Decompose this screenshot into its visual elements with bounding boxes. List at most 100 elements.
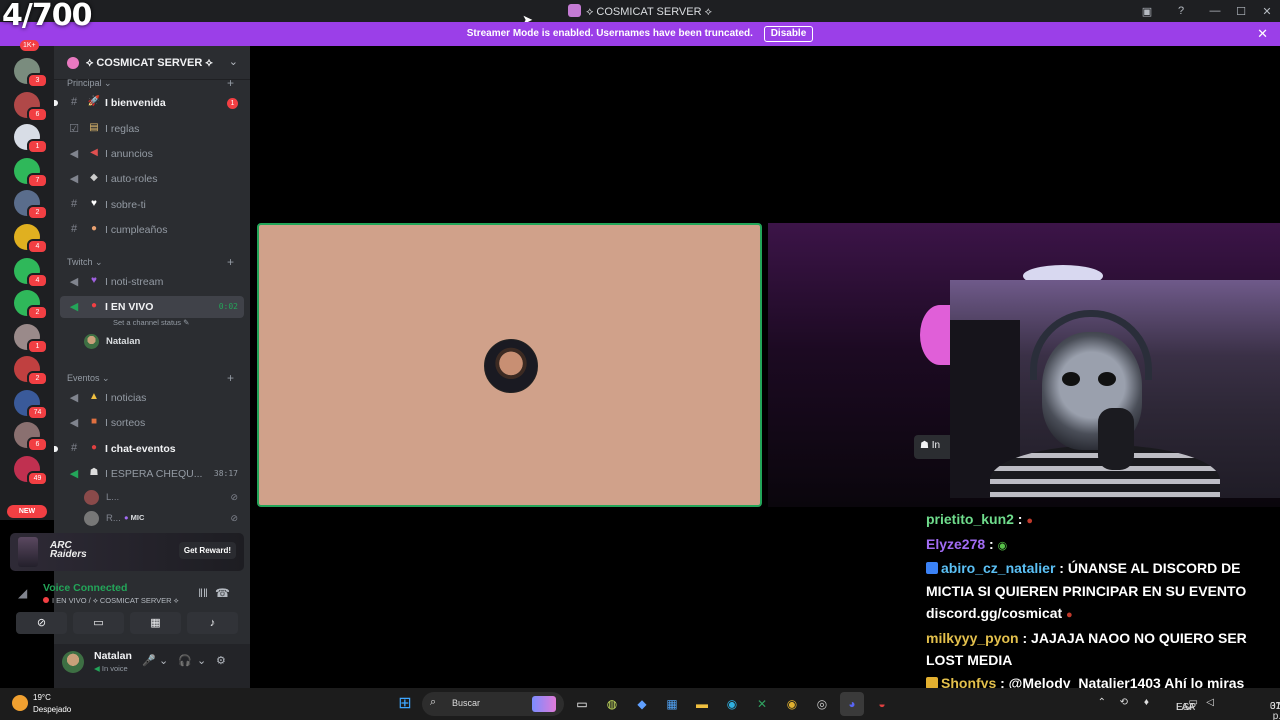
pin-emoji-icon: ● (90, 442, 98, 453)
megaphone-icon: ◀ (69, 392, 79, 404)
voice-user-l[interactable]: L... ⊘ (84, 489, 244, 507)
channel-bienvenida[interactable]: # 🚀 I bienvenida 1 (54, 92, 244, 114)
windows-start-icon[interactable]: ⊞ (394, 693, 416, 715)
channel-chat-eventos[interactable]: # ● I chat-eventos (54, 438, 244, 460)
megaphone-emoji-icon: ◀ (90, 147, 98, 158)
server-header[interactable]: ⟡ COSMICAT SERVER ⟡ ⌄ (54, 46, 250, 80)
channel-cumpleanos[interactable]: # ● I cumpleaños (60, 219, 244, 241)
user-status-text: In voice (101, 664, 128, 673)
inbox-icon[interactable]: ▣ (1134, 0, 1160, 22)
app-icon[interactable]: ◒ (870, 692, 894, 716)
mention-badge: 1 (227, 98, 238, 109)
server-mention-badge: 7 (27, 173, 48, 188)
stream-counter-overlay: 4/700 (2, 0, 92, 33)
server-mention-badge: 1 (27, 339, 48, 354)
camera-off-button[interactable]: ⊘ (16, 612, 67, 634)
voice-status[interactable]: Voice Connected (43, 582, 127, 594)
speaker-icon: ◀ (69, 468, 79, 480)
add-channel-icon[interactable]: + (227, 76, 234, 90)
category-principal[interactable]: Principal ⌄ + (67, 76, 234, 90)
channel-noti-stream[interactable]: ◀ ♥ I noti-stream (60, 271, 244, 293)
webcam-eye (1062, 372, 1080, 386)
channel-anuncios[interactable]: ◀ ◀ I anuncios (60, 143, 244, 165)
chat-text: : (1013, 511, 1027, 527)
microphone-icon[interactable]: ♦ (1144, 697, 1149, 708)
close-banner-icon[interactable]: ✕ (1257, 22, 1268, 46)
channel-en-vivo[interactable]: ◀ ● I EN VIVO 0:02 (60, 296, 244, 318)
channel-noticias[interactable]: ◀ ▲ I noticias (60, 387, 244, 409)
get-reward-button[interactable]: Get Reward! (178, 542, 236, 559)
unread-dot (54, 100, 58, 106)
mic-tag-icon: ● (124, 513, 129, 522)
channel-sobre-ti[interactable]: # ♥ I sobre-ti (60, 194, 244, 216)
channel-sorteos[interactable]: ◀ ■ I sorteos (60, 412, 244, 434)
webcam-headphones (1030, 310, 1152, 380)
channel-reglas[interactable]: ☑ ▤ I reglas (60, 118, 244, 140)
channel-auto-roles[interactable]: ◀ ◆ I auto-roles (60, 168, 244, 190)
window-title-text: ⟡ COSMICAT SERVER ⟡ (586, 6, 712, 18)
search-highlight-icon (532, 696, 556, 712)
close-window-icon[interactable]: ✕ (1254, 0, 1280, 22)
gear-icon[interactable]: ⚙ (216, 654, 226, 667)
category-eventos[interactable]: Eventos ⌄ + (67, 371, 234, 385)
task-view-icon[interactable]: ▭ (570, 692, 594, 716)
headphones-icon[interactable]: 🎧 (178, 654, 192, 667)
display-icon[interactable]: ▭ (1189, 697, 1198, 708)
user-status: ◀ In voice (94, 664, 128, 673)
excel-icon[interactable]: ✕ (750, 692, 774, 716)
chrome-icon[interactable]: ◉ (780, 692, 804, 716)
voice-tile-user[interactable] (257, 223, 762, 507)
maximize-icon[interactable]: ☐ (1228, 0, 1254, 22)
username[interactable]: Natalan (94, 650, 132, 662)
promo-banner[interactable]: ARC Raiders Get Reward! (10, 533, 244, 571)
channel-espera[interactable]: ◀ ☗ I ESPERA CHEQU... 38:17 (60, 463, 244, 485)
channel-name: I EN VIVO (105, 301, 154, 313)
mic-tag: ● MIC (124, 513, 144, 522)
signal-icon[interactable]: ◢ (18, 586, 27, 600)
chat-emote: ◉ (997, 539, 1008, 552)
channel-name: I auto-roles (105, 173, 158, 185)
edge-icon[interactable]: ◉ (720, 692, 744, 716)
network-icon[interactable]: ⟲ (1120, 697, 1128, 708)
taskbar-search[interactable]: ⌕ Buscar (422, 692, 564, 716)
invite-button[interactable]: ☗ In (914, 435, 954, 459)
copilot-icon[interactable]: ◆ (630, 692, 654, 716)
disable-streamer-mode-button[interactable]: Disable (763, 26, 814, 42)
noise-suppression-icon[interactable]: ‖‖ (198, 586, 208, 600)
help-icon[interactable]: ? (1168, 0, 1194, 22)
discord-icon[interactable]: ◕ (840, 692, 864, 716)
microphone-icon[interactable]: 🎤 (142, 654, 156, 667)
chevron-down-icon[interactable]: ⌄ (197, 654, 206, 667)
pencil-icon: ✎ (183, 318, 190, 327)
chevron-down-icon[interactable]: ⌄ (159, 654, 168, 667)
obs-icon[interactable]: ◎ (810, 692, 834, 716)
avatar[interactable] (62, 651, 84, 673)
avatar (84, 511, 99, 526)
disconnect-icon[interactable]: ☎ (215, 586, 230, 600)
soundboard-button[interactable]: ♪ (187, 612, 238, 634)
voice-channel-path[interactable]: I EN VIVO / ⟡ COSMICAT SERVER ⟡ (43, 596, 179, 606)
add-channel-icon[interactable]: + (227, 371, 234, 385)
chevron-down-icon[interactable]: ⌄ (229, 55, 238, 68)
chat-message: Elyze278 : ◉ (926, 533, 1280, 558)
category-twitch[interactable]: Twitch ⌄ + (67, 255, 234, 269)
file-explorer-icon[interactable]: ▬ (690, 692, 714, 716)
widget-app-icon[interactable]: ◍ (600, 692, 624, 716)
scroll-emoji-icon: ▤ (89, 122, 99, 133)
chevron-up-icon[interactable]: ⌃ (1098, 697, 1106, 708)
activities-button[interactable]: ▦ (130, 612, 181, 634)
volume-icon[interactable]: ◁ (1206, 697, 1214, 708)
voice-user-natalan[interactable]: Natalan (84, 333, 244, 351)
store-icon[interactable]: ▦ (660, 692, 684, 716)
new-badge[interactable]: NEW (7, 505, 47, 518)
avatar (84, 334, 99, 349)
unread-dot (54, 446, 58, 452)
add-channel-icon[interactable]: + (227, 255, 234, 269)
share-screen-button[interactable]: ▭ (73, 612, 124, 634)
user-avatar (484, 339, 538, 393)
voice-user-r[interactable]: R... ● MIC ⊘ (84, 510, 244, 528)
channel-status[interactable]: Set a channel status ✎ (113, 318, 189, 327)
minimize-icon[interactable]: — (1202, 0, 1228, 22)
channel-name: I noti-stream (105, 276, 164, 288)
weather-temp: 19°C (33, 693, 51, 702)
